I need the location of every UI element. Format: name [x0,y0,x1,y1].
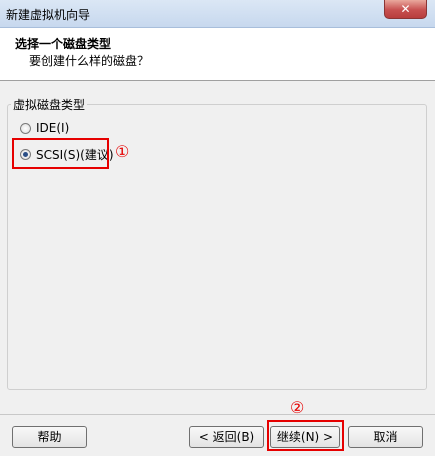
close-icon: ✕ [400,2,411,16]
window-title: 新建虚拟机向导 [6,8,91,22]
cancel-button[interactable]: 取消 [348,426,423,448]
ide-label: IDE(I) [36,121,70,135]
help-button[interactable]: 帮助 [12,426,87,448]
annotation-number-two: ② [290,398,305,417]
wizard-header: 选择一个磁盘类型 要创建什么样的磁盘？ [0,28,435,81]
annotation-number-one: ① [115,142,130,161]
disk-type-legend: 虚拟磁盘类型 [11,96,88,113]
close-button[interactable]: ✕ [384,0,427,19]
title-bar: 新建虚拟机向导 ✕ [0,0,435,28]
page-subtitle: 要创建什么样的磁盘？ [29,54,150,68]
back-button[interactable]: < 返回(B) [189,426,264,448]
annotation-box-next [267,420,344,451]
radio-option-ide[interactable]: IDE(I) [20,121,69,135]
footer-separator [0,414,435,415]
page-title: 选择一个磁盘类型 [15,37,112,51]
annotation-box-scsi [12,138,109,169]
ide-radio[interactable] [20,122,31,134]
